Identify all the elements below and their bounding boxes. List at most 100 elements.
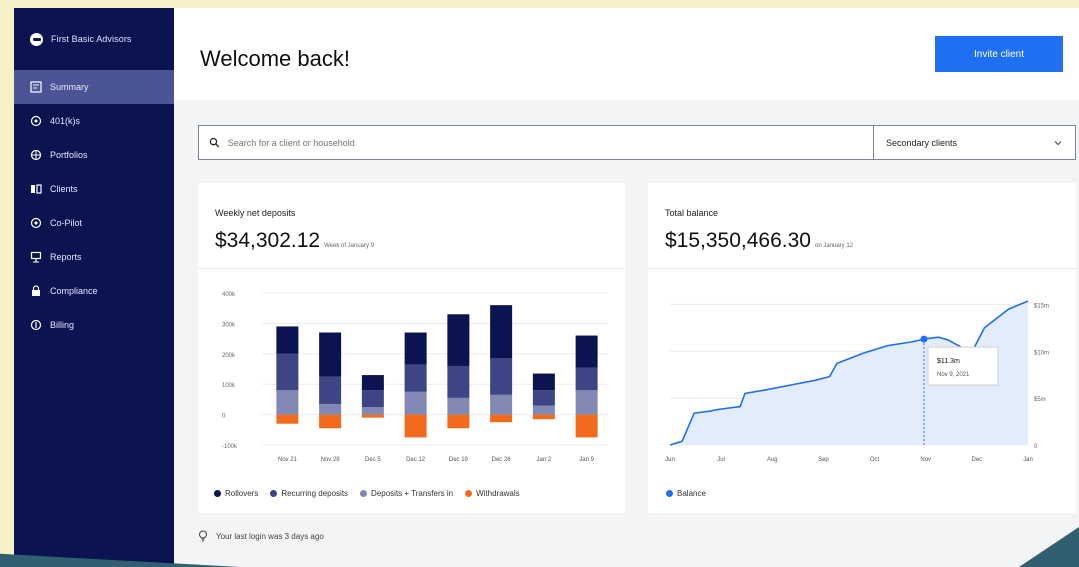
sidebar-item-label: Billing <box>50 320 75 330</box>
bar-segment <box>575 414 598 438</box>
y-tick-label: $5m <box>1034 397 1046 403</box>
legend-swatch <box>666 490 673 497</box>
legend-swatch <box>270 490 278 497</box>
sidebar-item-label: Compliance <box>50 286 98 296</box>
x-tick-label: Jan 2 <box>537 457 552 463</box>
x-tick-label: Aug <box>767 457 778 463</box>
legend-item-series-3: Withdrawals <box>465 489 520 498</box>
legend-label: Recurring deposits <box>281 489 349 498</box>
x-tick-label: Jun <box>665 457 675 463</box>
x-tick-label: Nov 28 <box>321 457 341 463</box>
total-balance-value: $15,350,466.30 <box>665 229 811 252</box>
bar-segment <box>404 391 427 415</box>
bar-segment <box>490 358 513 395</box>
piggy-icon <box>30 115 42 127</box>
sidebar-item-label: Summary <box>50 82 89 92</box>
invite-client-button[interactable]: Invite client <box>935 36 1063 72</box>
page-header: Welcome back! Invite client <box>174 8 1079 100</box>
sidebar-item-401-k-s[interactable]: 401(k)s <box>14 104 174 138</box>
weekly-deposits-card: Weekly net deposits $34,302.12 Week of Ja… <box>198 183 625 513</box>
x-tick-label: Dec <box>972 457 983 463</box>
sidebar: First Basic Advisors Summary 401(k)s Portf… <box>14 8 174 567</box>
lightbulb-icon <box>199 530 207 542</box>
y-tick-label: $15m <box>1034 303 1049 309</box>
legend-swatch <box>214 490 221 497</box>
x-tick-label: Dec 19 <box>449 457 469 463</box>
x-tick-label: Nov 21 <box>278 457 298 463</box>
weekly-deposits-chart: -100k 0 100k 200k 300k 400k Nov 21 Nov 28 Dec 5 D… <box>222 292 608 463</box>
total-balance-legend: Balance <box>666 489 706 498</box>
bar-segment <box>361 375 384 391</box>
y-tick-label: 400k <box>222 292 236 298</box>
bar-segment <box>276 326 299 354</box>
brand-logo-icon <box>30 32 43 46</box>
weekly-deposits-label: Weekly net deposits <box>215 208 296 218</box>
bar-segment <box>532 373 555 391</box>
sidebar-item-co-pilot[interactable]: Co-Pilot <box>14 206 174 240</box>
last-login-text: Your last login was 3 days ago <box>216 531 324 541</box>
clients-icon <box>30 183 42 195</box>
weekly-deposits-legend: Rollovers Recurring deposits Deposits + Tr… <box>214 489 520 498</box>
bar-segment <box>404 332 427 365</box>
y-tick-label: 100k <box>222 383 236 389</box>
bar-segment <box>532 405 555 415</box>
legend-item-series-1: Recurring deposits <box>270 489 348 498</box>
bar-segment <box>276 353 299 391</box>
y-tick-label: 200k <box>222 353 236 359</box>
sidebar-item-summary[interactable]: Summary <box>14 70 174 104</box>
bar-segment <box>276 414 299 424</box>
bar-segment <box>447 414 470 429</box>
sidebar-item-billing[interactable]: Billing <box>14 308 174 342</box>
bar-segment <box>404 364 427 392</box>
lock-icon <box>30 285 42 297</box>
bar-segment <box>532 390 555 406</box>
bar-segment <box>575 367 598 391</box>
bar-segment <box>404 414 427 438</box>
sidebar-item-reports[interactable]: Reports <box>14 240 174 274</box>
copilot-icon <box>30 217 42 229</box>
bar-segment <box>319 403 342 415</box>
search-field[interactable] <box>199 126 874 159</box>
legend-item-series-0: Rollovers <box>214 489 258 498</box>
search-input[interactable] <box>227 137 873 148</box>
y-tick-label: 300k <box>222 322 236 328</box>
bar-segment <box>361 407 384 415</box>
bar-segment <box>447 314 470 366</box>
y-tick-label: $10m <box>1034 350 1049 356</box>
x-tick-label: Dec 5 <box>365 457 381 463</box>
legend-item-series-2: Deposits + Transfers in <box>360 489 453 498</box>
portfolio-icon <box>30 149 42 161</box>
total-balance-label: Total balance <box>665 208 719 218</box>
main-content: Welcome back! Invite client Secondary cl… <box>174 8 1079 567</box>
total-balance-header: Total balance $15,350,466.30 on January 1… <box>648 183 1076 269</box>
x-tick-label: Dec 12 <box>406 457 426 463</box>
bar-segment <box>490 394 513 415</box>
y-tick-label: 0 <box>222 414 226 420</box>
sidebar-item-label: Clients <box>50 184 78 194</box>
total-balance-date: on January 12 <box>814 243 854 249</box>
x-tick-label: Oct <box>870 457 880 463</box>
bar-segment <box>276 390 299 415</box>
weekly-deposits-period: Week of January 9 <box>324 243 375 249</box>
sidebar-item-label: Co-Pilot <box>50 218 83 228</box>
bar-segment <box>575 335 598 368</box>
sidebar-item-label: 401(k)s <box>50 116 81 126</box>
reports-icon <box>30 251 42 263</box>
tooltip-box <box>927 346 999 386</box>
sidebar-item-clients[interactable]: Clients <box>14 172 174 206</box>
bar-segment <box>319 414 342 429</box>
total-balance-chart: 0 $5m $10m $15m Jun Jul Aug Sep Oct Nov Dec Jan $11.… <box>665 300 1049 463</box>
legend-swatch <box>360 490 368 497</box>
sidebar-item-label: Portfolios <box>50 150 88 160</box>
x-tick-label: Sep <box>818 457 829 463</box>
last-login-note: Your last login was 3 days ago <box>198 530 324 542</box>
legend-label: Withdrawals <box>476 489 520 498</box>
client-filter-dropdown[interactable]: Secondary clients <box>874 126 1075 159</box>
bar-segment <box>319 376 342 404</box>
sidebar-item-portfolios[interactable]: Portfolios <box>14 138 174 172</box>
sidebar-item-compliance[interactable]: Compliance <box>14 274 174 308</box>
billing-icon <box>30 319 42 331</box>
x-tick-label: Dec 26 <box>492 457 512 463</box>
brand[interactable]: First Basic Advisors <box>14 8 174 70</box>
brand-name: First Basic Advisors <box>51 34 132 44</box>
